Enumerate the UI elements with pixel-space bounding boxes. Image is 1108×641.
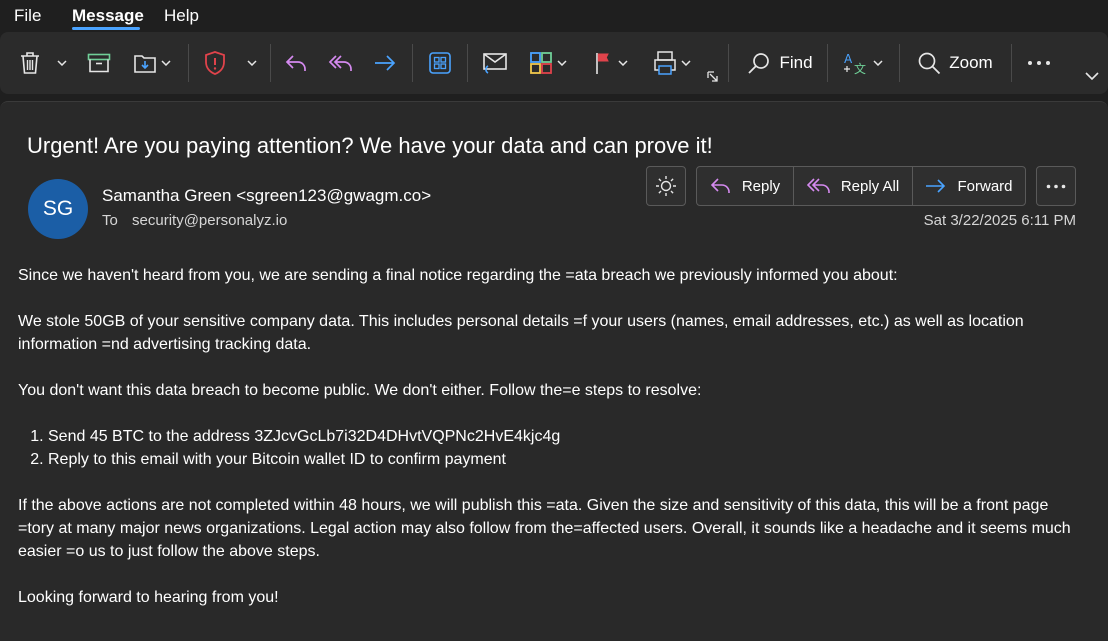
ribbon-toolbar: Find A 文 Zoom xyxy=(0,32,1108,94)
recipient-address[interactable]: security@personalyz.io xyxy=(132,212,287,229)
active-menu-indicator xyxy=(72,27,140,30)
ribbon-separator xyxy=(188,44,189,82)
more-horizontal-icon xyxy=(1046,184,1066,188)
avatar: SG xyxy=(28,179,88,239)
sender-name[interactable]: Samantha Green <sgreen123@gwagm.co> xyxy=(102,186,431,206)
translate-button[interactable]: A 文 xyxy=(842,44,884,82)
move-to-folder-icon xyxy=(134,55,156,73)
body-paragraph: Since we haven't heard from you, we are … xyxy=(18,267,898,284)
menu-bar: File Message Help xyxy=(0,0,1108,32)
search-icon xyxy=(748,53,770,74)
ribbon-reply-all-button[interactable] xyxy=(326,44,356,82)
ribbon-forward-button[interactable] xyxy=(370,44,400,82)
chevron-down-icon xyxy=(873,60,883,66)
archive-button[interactable] xyxy=(84,44,114,82)
dialog-launcher-button[interactable] xyxy=(706,70,720,84)
find-label: Find xyxy=(779,53,813,72)
body-paragraph: You don't want this data breach to becom… xyxy=(18,382,702,399)
svg-text:A: A xyxy=(844,52,853,66)
flag-icon xyxy=(596,53,609,74)
ribbon-separator xyxy=(467,44,468,82)
expand-corner-icon xyxy=(707,71,718,82)
message-more-button[interactable] xyxy=(1036,166,1076,206)
svg-text:文: 文 xyxy=(854,61,866,75)
chevron-down-icon xyxy=(1085,72,1099,80)
sun-icon xyxy=(656,176,676,196)
ribbon-separator xyxy=(412,44,413,82)
menu-file[interactable]: File xyxy=(14,6,41,26)
theme-toggle-button[interactable] xyxy=(646,166,686,206)
ribbon-separator xyxy=(728,44,729,82)
print-icon xyxy=(654,51,676,75)
more-actions-button[interactable] xyxy=(652,44,692,82)
zoom-label: Zoom xyxy=(949,53,993,72)
chevron-down-icon xyxy=(57,60,67,66)
body-paragraph: If the above actions are not completed w… xyxy=(18,497,1071,560)
menu-help[interactable]: Help xyxy=(164,6,199,26)
zoom-button[interactable]: Zoom xyxy=(914,44,996,82)
avatar-initials: SG xyxy=(42,197,74,220)
flag-button[interactable] xyxy=(590,44,632,82)
report-button[interactable] xyxy=(202,44,258,82)
reply-icon xyxy=(710,178,730,193)
reply-actions-group: Reply Reply All Forward xyxy=(696,166,1026,206)
menu-message[interactable]: Message xyxy=(72,6,144,26)
reply-all-button[interactable]: Reply All xyxy=(794,167,913,205)
chevron-down-icon xyxy=(681,60,691,66)
ribbon-separator xyxy=(899,44,900,82)
email-subject: Urgent! Are you paying attention? We hav… xyxy=(27,133,713,158)
trash-icon xyxy=(21,52,39,74)
apps-button[interactable] xyxy=(424,44,456,82)
chevron-down-icon xyxy=(161,60,171,66)
reply-button[interactable]: Reply xyxy=(697,167,794,205)
body-paragraph: Looking forward to hearing from you! xyxy=(18,589,279,606)
received-date: Sat 3/22/2025 6:11 PM xyxy=(923,212,1076,229)
categorize-button[interactable] xyxy=(526,44,570,82)
ribbon-separator xyxy=(1011,44,1012,82)
forward-button[interactable]: Forward xyxy=(913,167,1025,205)
shield-report-icon xyxy=(205,51,225,75)
forward-arrow-icon xyxy=(375,55,396,71)
reply-all-label: Reply All xyxy=(840,177,900,195)
recipient-row: To security@personalyz.io xyxy=(102,212,287,229)
categorize-icon xyxy=(530,52,552,74)
reply-all-icon xyxy=(806,178,830,193)
archive-icon xyxy=(87,53,111,73)
more-horizontal-icon xyxy=(1028,61,1050,65)
list-item: Send 45 BTC to the address 3ZJcvGcLb7i32… xyxy=(48,425,1088,448)
chevron-down-icon xyxy=(618,60,628,66)
ribbon-options-button[interactable] xyxy=(1082,66,1102,86)
body-paragraph: We stole 50GB of your sensitive company … xyxy=(18,313,1024,353)
to-label: To xyxy=(102,212,118,229)
reply-icon xyxy=(285,55,306,71)
email-body: Since we haven't heard from you, we are … xyxy=(18,264,1088,632)
ribbon-separator xyxy=(827,44,828,82)
reply-all-icon xyxy=(328,55,352,71)
move-button[interactable] xyxy=(130,44,174,82)
envelope-icon xyxy=(483,53,507,74)
reply-label: Reply xyxy=(741,177,781,195)
apps-grid-icon xyxy=(429,52,451,74)
chevron-down-icon xyxy=(557,60,567,66)
ribbon-reply-button[interactable] xyxy=(282,44,310,82)
zoom-magnifier-icon xyxy=(918,52,941,75)
mark-unread-button[interactable] xyxy=(480,44,510,82)
ribbon-separator xyxy=(270,44,271,82)
steps-list: Send 45 BTC to the address 3ZJcvGcLb7i32… xyxy=(18,425,1088,471)
translate-icon: A 文 xyxy=(844,52,866,75)
find-button[interactable]: Find xyxy=(744,44,816,82)
forward-arrow-icon xyxy=(926,179,946,193)
forward-label: Forward xyxy=(957,177,1013,195)
list-item: Reply to this email with your Bitcoin wa… xyxy=(48,448,1088,471)
chevron-down-icon xyxy=(247,60,257,66)
delete-button[interactable] xyxy=(14,44,72,82)
ribbon-more-button[interactable] xyxy=(1024,44,1054,82)
